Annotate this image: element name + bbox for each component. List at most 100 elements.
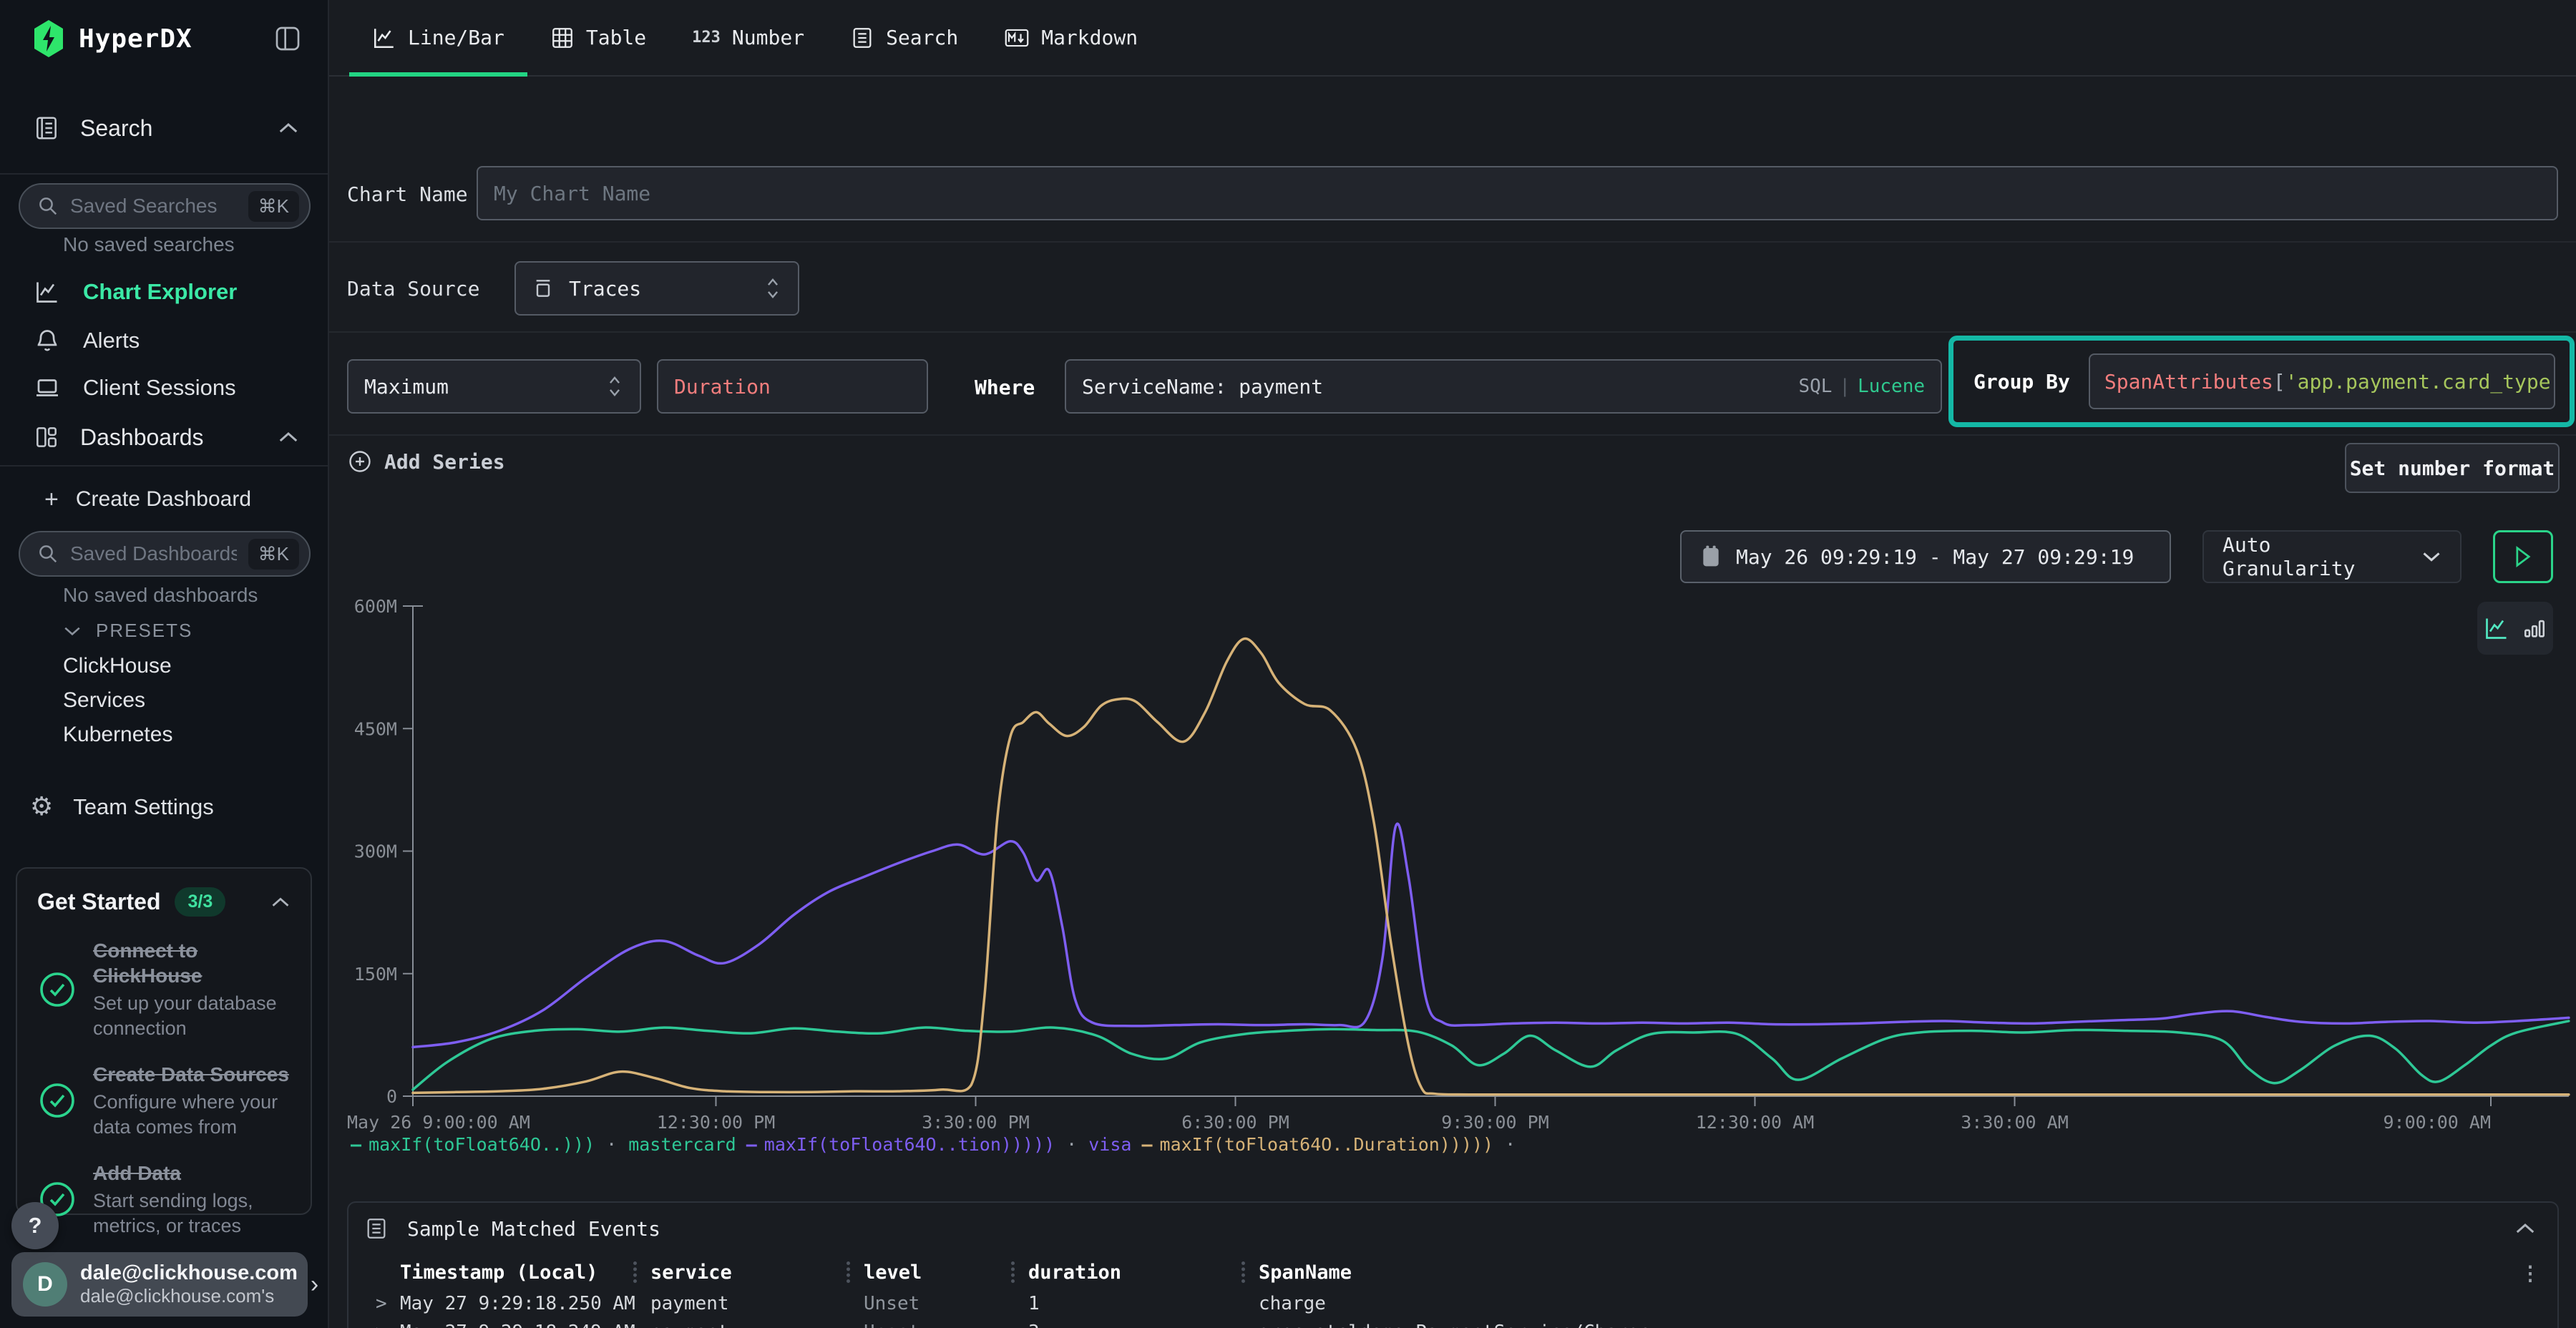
sidebar: HyperDX Search ⌘K No saved searches Char… [0,0,329,1328]
saved-dashboards-input[interactable] [70,542,237,565]
series-mastercard [413,1021,2569,1090]
column-header-spanname[interactable]: SpanName [1259,1261,1352,1284]
column-header-timestamp-local-[interactable]: Timestamp (Local) [400,1261,597,1284]
event-cell: May 27 9:29:18.250 AM [400,1293,635,1314]
event-cell: payment [650,1322,729,1328]
aggregation-select[interactable]: Maximum [347,359,641,414]
event-row[interactable]: >May 27 9:29:18.249 AMpaymentUnset3grpc.… [348,1319,2557,1328]
x-tick: 9:30:00 PM [1441,1112,1549,1133]
chart-name-input[interactable] [494,182,2541,205]
query-language-toggle[interactable]: SQL|Lucene [1798,376,1925,397]
column-header-service[interactable]: service [650,1261,732,1284]
select-updown-icon [605,374,624,399]
table-options-icon[interactable]: ⋮ [2520,1261,2540,1285]
journal-icon [33,114,60,142]
legend-group-name: visa [1088,1134,1131,1155]
sidebar-item-alerts[interactable]: Alerts [0,319,328,362]
user-menu[interactable]: D dale@clickhouse.com dale@clickhouse.co… [11,1252,308,1317]
granularity-select[interactable]: Auto Granularity [2202,530,2462,583]
chart-explorer-content: Chart Name Data Source Traces Maximum Du… [329,77,2576,1327]
group-by-input[interactable]: SpanAttributes['app.payment.card_type'] [2089,353,2555,409]
legend-expr: maxIf(toFloat64O..))) [369,1134,595,1155]
select-updown-icon [763,276,782,301]
check-circle-icon [37,1080,77,1120]
no-saved-dashboards-text: No saved dashboards [63,584,258,607]
field-input[interactable]: Duration [657,359,928,414]
hyperdx-logo[interactable]: HyperDX [31,20,192,57]
legend-expr: maxIf(toFloat64O..Duration))))) [1160,1134,1494,1155]
chevron-up-icon [278,430,299,444]
brand-name: HyperDX [79,24,192,54]
legend-separator: · [1062,1134,1081,1155]
legend-separator: · [1501,1134,1520,1155]
chart-name-label: Chart Name [347,182,468,206]
event-cell: charge [1259,1293,1326,1314]
create-dashboard-button[interactable]: + Create Dashboard [0,478,328,521]
lucene-option: Lucene [1858,376,1925,397]
table-icon [550,26,575,50]
column-resizer[interactable] [1011,1261,1015,1283]
saved-searches-search[interactable]: ⌘K [19,183,311,229]
line-chart-icon [34,279,60,305]
checklist-item-add-data[interactable]: Add Data Start sending logs, metrics, or… [37,1161,291,1238]
date-range-picker[interactable]: May 26 09:29:19 - May 27 09:29:19 [1680,530,2171,583]
checklist-item-connect[interactable]: Connect to ClickHouse Set up your databa… [37,938,291,1040]
column-resizer[interactable] [847,1261,850,1283]
sidebar-section-search-label: Search [80,115,152,142]
preset-kubernetes[interactable]: Kubernetes [63,723,172,747]
checklist-item-sources[interactable]: Create Data Sources Configure where your… [37,1062,291,1139]
presets-toggle[interactable]: PRESETS [63,620,192,642]
get-started-card: Get Started 3/3 Connect to ClickHouse Se… [16,867,312,1215]
event-cell: Unset [864,1293,919,1314]
y-tick: 0 [386,1086,397,1107]
help-button[interactable]: ? [11,1202,59,1249]
where-input[interactable]: ServiceName: payment SQL|Lucene [1065,359,1942,414]
tab-number[interactable]: 123 Number [669,0,827,75]
saved-dashboards-search[interactable]: ⌘K [19,531,311,577]
preset-clickhouse[interactable]: ClickHouse [63,654,172,678]
row-expand-icon[interactable]: > [376,1322,387,1328]
tab-table[interactable]: Table [527,0,669,75]
column-resizer[interactable] [1241,1261,1245,1283]
list-icon [850,26,874,50]
row-expand-icon[interactable]: > [376,1293,387,1314]
where-label: Where [975,376,1035,399]
x-tick: 3:30:00 PM [922,1112,1030,1133]
chevron-up-icon[interactable] [270,896,291,909]
sidebar-collapse-icon[interactable] [273,24,302,53]
search-icon [37,543,59,565]
legend-item[interactable]: —maxIf(toFloat64O..tion)))))·visa [746,1134,1132,1155]
saved-searches-input[interactable] [70,195,237,218]
sample-matched-events-panel: Sample Matched Events Timestamp (Local)s… [347,1201,2559,1328]
column-header-level[interactable]: level [864,1261,922,1284]
series-visa [413,824,2569,1047]
column-header-duration[interactable]: duration [1028,1261,1121,1284]
sidebar-item-team-settings[interactable]: ⚙ Team Settings [0,786,328,829]
sidebar-item-client-sessions[interactable]: Client Sessions [0,366,328,409]
tab-markdown[interactable]: Markdown [981,0,1161,75]
data-source-select[interactable]: Traces [514,261,799,316]
add-series-button[interactable]: Add Series [347,449,505,474]
legend-item[interactable]: —maxIf(toFloat64O..)))·mastercard [351,1134,736,1155]
user-team: dale@clickhouse.com's [80,1285,298,1307]
set-number-format-button[interactable]: Set number format [2345,443,2560,493]
tab-search[interactable]: Search [827,0,981,75]
tab-line-bar[interactable]: Line/Bar [349,0,527,75]
avatar: D [23,1262,67,1307]
preset-services[interactable]: Services [63,688,145,713]
sidebar-section-search[interactable]: Search [0,104,328,152]
sidebar-section-dashboards[interactable]: Dashboards [0,414,328,461]
timeseries-chart[interactable]: 0150M300M450M600MMay 26 9:00:00 AM12:30:… [329,577,2576,1171]
chevron-up-icon[interactable] [2514,1221,2536,1236]
column-resizer[interactable] [633,1261,637,1283]
legend-item[interactable]: —maxIf(toFloat64O..Duration)))))· [1141,1134,1520,1155]
event-cell: 3 [1028,1322,1040,1328]
event-row[interactable]: >May 27 9:29:18.250 AMpaymentUnset1charg… [348,1290,2557,1319]
legend-separator: · [602,1134,621,1155]
x-tick: 12:30:00 PM [657,1112,776,1133]
sidebar-item-chart-explorer[interactable]: Chart Explorer [0,270,328,313]
event-cell: 1 [1028,1293,1040,1314]
run-query-button[interactable] [2493,530,2553,583]
calendar-icon [1700,545,1722,568]
bell-icon [34,328,60,353]
